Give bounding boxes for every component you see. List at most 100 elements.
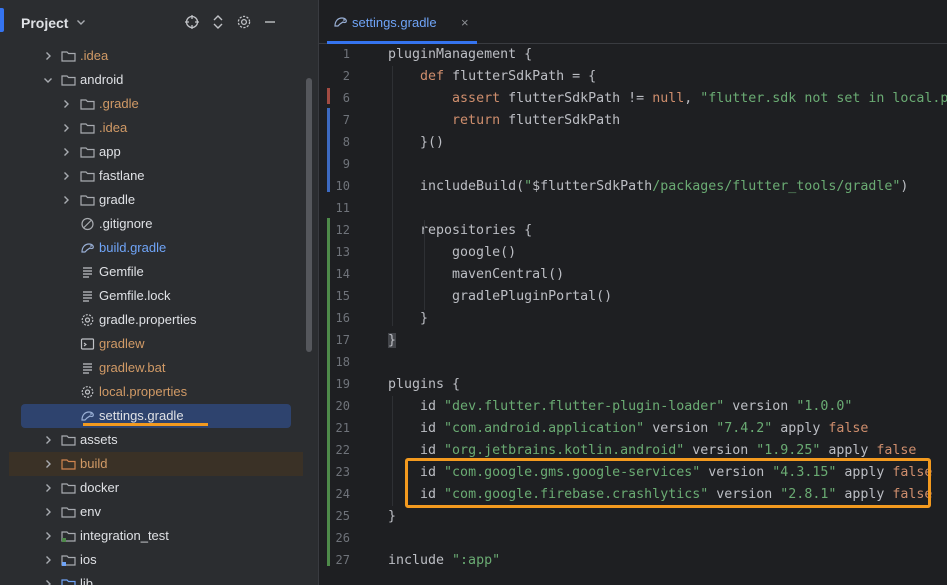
code-line[interactable]: 13 google() xyxy=(319,242,947,264)
tree-item[interactable]: Gemfile xyxy=(0,260,318,284)
chevron-right-icon[interactable] xyxy=(43,435,53,445)
code-text: pluginManagement { xyxy=(388,47,532,62)
code-line[interactable]: 25} xyxy=(319,506,947,528)
code-line[interactable]: 21 id "com.android.application" version … xyxy=(319,418,947,440)
line-number: 1 xyxy=(342,47,350,61)
tree-item[interactable]: local.properties xyxy=(0,380,318,404)
tree-item[interactable]: integration_test xyxy=(0,524,318,548)
tree-item[interactable]: env xyxy=(0,500,318,524)
tree-scrollbar[interactable] xyxy=(306,78,312,352)
chevron-right-icon[interactable] xyxy=(43,459,53,469)
vcs-modified-marker[interactable] xyxy=(327,108,330,192)
tree-item[interactable]: gradle xyxy=(0,188,318,212)
code-line[interactable]: 2 def flutterSdkPath = { xyxy=(319,66,947,88)
chevron-right-icon[interactable] xyxy=(43,531,53,541)
code-text: def flutterSdkPath = { xyxy=(388,69,596,84)
code-text: return flutterSdkPath xyxy=(388,113,620,128)
code-line[interactable]: 16 } xyxy=(319,308,947,330)
tree-item[interactable]: .gitignore xyxy=(0,212,318,236)
code-text: } xyxy=(388,311,428,326)
tree-item[interactable]: Gemfile.lock xyxy=(0,284,318,308)
folder-icon xyxy=(61,75,76,86)
code-text: id "org.jetbrains.kotlin.android" versio… xyxy=(388,443,916,458)
code-line[interactable]: 15 gradlePluginPortal() xyxy=(319,286,947,308)
chevron-right-icon[interactable] xyxy=(43,51,53,61)
code-line[interactable]: 20 id "dev.flutter.flutter-plugin-loader… xyxy=(319,396,947,418)
code-line[interactable]: 10 includeBuild("$flutterSdkPath/package… xyxy=(319,176,947,198)
code-line[interactable]: 18 xyxy=(319,352,947,374)
code-line[interactable]: 1 pluginManagement { xyxy=(319,44,947,66)
code-line[interactable]: 14 mavenCentral() xyxy=(319,264,947,286)
line-number: 11 xyxy=(335,201,350,215)
line-number: 10 xyxy=(335,179,350,193)
code-line[interactable]: 19 plugins { xyxy=(319,374,947,396)
line-number: 7 xyxy=(342,113,350,127)
code-token: apply xyxy=(820,443,877,458)
tree-item[interactable]: .gradle xyxy=(0,92,318,116)
tree-item-label: gradle.properties xyxy=(99,312,197,327)
string-token: "com.android.application" xyxy=(444,421,645,436)
code-line[interactable]: 7 return flutterSdkPath xyxy=(319,110,947,132)
line-number: 12 xyxy=(335,223,350,237)
chevron-down-icon[interactable] xyxy=(43,75,53,85)
chevron-right-icon[interactable] xyxy=(61,99,71,109)
chevron-right-icon[interactable] xyxy=(43,579,53,585)
tree-item[interactable]: assets xyxy=(0,428,318,452)
tree-item[interactable]: docker xyxy=(0,476,318,500)
chevron-right-icon[interactable] xyxy=(61,123,71,133)
keyword-token: return xyxy=(452,113,501,128)
chevron-right-icon[interactable] xyxy=(43,483,53,493)
code-line[interactable]: 17} xyxy=(319,330,947,352)
code-token: gradlePluginPortal() xyxy=(388,289,613,304)
chevron-right-icon[interactable] xyxy=(61,195,71,205)
indent-guide xyxy=(392,66,393,326)
folder-icon xyxy=(80,99,95,110)
chevron-right-icon[interactable] xyxy=(61,147,71,157)
line-number: 21 xyxy=(335,421,350,435)
string-token: "dev.flutter.flutter-plugin-loader" xyxy=(444,399,725,414)
tree-item[interactable]: gradlew.bat xyxy=(0,356,318,380)
tree-item[interactable]: ios xyxy=(0,548,318,572)
text-file-icon xyxy=(83,363,92,374)
gradle-file-icon xyxy=(334,17,347,27)
tab-close-icon[interactable]: × xyxy=(461,15,469,30)
tree-item[interactable]: fastlane xyxy=(0,164,318,188)
chevron-right-icon[interactable] xyxy=(61,171,71,181)
code-line[interactable]: 12 repositories { xyxy=(319,220,947,242)
code-line[interactable]: 8 }() xyxy=(319,132,947,154)
tree-item[interactable]: build.gradle xyxy=(0,236,318,260)
text-file-icon xyxy=(83,291,92,302)
vcs-added-marker[interactable] xyxy=(327,218,330,566)
tree-item[interactable]: gradle.properties xyxy=(0,308,318,332)
code-line[interactable]: 27 include ":app" xyxy=(319,550,947,572)
chevron-right-icon[interactable] xyxy=(43,507,53,517)
minimize-icon[interactable] xyxy=(262,14,278,30)
properties-file-icon xyxy=(81,386,94,398)
tree-item[interactable]: gradlew xyxy=(0,332,318,356)
code-token: version xyxy=(684,443,757,458)
chevron-down-icon[interactable] xyxy=(76,17,86,27)
tab-settings-gradle[interactable]: settings.gradle × xyxy=(327,0,477,44)
tree-item[interactable]: android xyxy=(0,68,318,92)
code-text: includeBuild("$flutterSdkPath/packages/f… xyxy=(388,179,908,194)
project-view-title[interactable]: Project xyxy=(21,15,68,31)
crosshair-icon[interactable] xyxy=(184,14,200,30)
tree-item[interactable]: build xyxy=(0,452,318,476)
tree-item[interactable]: .idea xyxy=(0,44,318,68)
code-line[interactable]: 26 xyxy=(319,528,947,550)
folder-icon xyxy=(80,195,95,206)
expand-collapse-icon[interactable] xyxy=(210,14,226,30)
tree-item[interactable]: app xyxy=(0,140,318,164)
tree-item[interactable]: .idea xyxy=(0,116,318,140)
code-line[interactable]: 9 xyxy=(319,154,947,176)
tree-item[interactable]: lib xyxy=(0,572,318,585)
chevron-right-icon[interactable] xyxy=(43,555,53,565)
settings-icon[interactable] xyxy=(236,14,252,30)
code-line[interactable]: 11 xyxy=(319,198,947,220)
keyword-token: false xyxy=(828,421,869,436)
code-token: mavenCentral() xyxy=(388,267,565,282)
vcs-deleted-marker[interactable] xyxy=(327,88,330,104)
tree-item-label: build xyxy=(80,456,108,471)
tree-item-label: integration_test xyxy=(80,528,169,543)
code-line[interactable]: 6 assert flutterSdkPath != null, "flutte… xyxy=(319,88,947,110)
